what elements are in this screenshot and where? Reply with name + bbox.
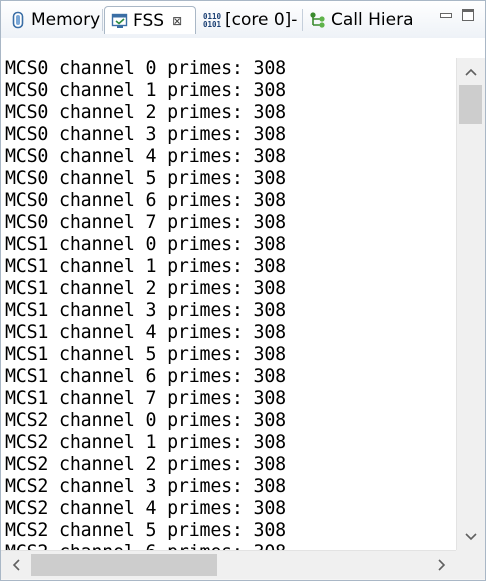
console-line: MCS1 channel 4 primes: 308 [5,322,286,343]
console-line: MCS2 channel 3 primes: 308 [5,476,286,497]
tab-core0[interactable]: 0110 0101 [core 0]- [197,6,301,34]
console-line: MCS0 channel 5 primes: 308 [5,168,286,189]
console-line: MCS1 channel 5 primes: 308 [5,344,286,365]
tab-call-hierarchy[interactable]: Call Hiera [303,6,415,34]
tab-call-hierarchy-label: Call Hiera [331,10,414,30]
console-line: MCS1 channel 3 primes: 308 [5,300,286,321]
vertical-scroll-thumb[interactable] [459,85,482,124]
console-line: MCS0 channel 6 primes: 308 [5,190,286,211]
console-line: MCS2 channel 1 primes: 308 [5,432,286,453]
console-line: MCS0 channel 2 primes: 308 [5,102,286,123]
console-line: MCS0 channel 0 primes: 308 [5,58,286,79]
console-line: MCS0 channel 3 primes: 308 [5,124,286,145]
minimize-icon[interactable] [438,7,454,23]
tab-fss[interactable]: FSS ⊠ [104,6,196,34]
console-line: MCS1 channel 7 primes: 308 [5,388,286,409]
console-line: MCS1 channel 6 primes: 308 [5,366,286,387]
console-line: MCS2 channel 5 primes: 308 [5,520,286,541]
svg-text:0101: 0101 [203,20,222,29]
tab-bar: Memory FSS ⊠ 0110 0101 [core 0]- Call Hie… [1,1,485,39]
scroll-right-button[interactable] [428,551,456,579]
console-line: MCS0 channel 1 primes: 308 [5,80,286,101]
chevron-down-icon [465,533,477,541]
console-line: MCS0 channel 4 primes: 308 [5,146,286,167]
console-line: MCS1 channel 0 primes: 308 [5,234,286,255]
tab-separator [102,9,103,31]
chevron-right-icon [438,559,446,571]
close-tab-icon[interactable]: ⊠ [172,14,182,28]
call-hierarchy-icon [308,10,328,30]
binary-icon: 0110 0101 [202,10,222,30]
scroll-up-button[interactable] [457,59,485,85]
console-line: MCS1 channel 1 primes: 308 [5,256,286,277]
fss-icon [110,11,130,31]
console-line: MCS1 channel 2 primes: 308 [5,278,286,299]
horizontal-scrollbar[interactable] [1,550,456,579]
vertical-scrollbar[interactable] [456,58,485,550]
console-line: MCS2 channel 6 primes: 308 [1,542,456,550]
console-line: MCS2 channel 4 primes: 308 [5,498,286,519]
console-line: MCS0 channel 7 primes: 308 [5,212,286,233]
horizontal-scroll-thumb[interactable] [31,554,217,576]
chevron-left-icon [12,559,20,571]
console-line: MCS2 channel 2 primes: 308 [5,454,286,475]
view-toolbar [1,38,485,58]
chevron-up-icon [465,68,477,76]
memory-icon [8,10,28,30]
console-output[interactable]: MCS0 channel 0 primes: 308 MCS0 channel 1… [1,58,456,550]
tab-memory[interactable]: Memory [3,6,101,34]
scrollbar-corner [456,550,485,579]
view-frame: Memory FSS ⊠ 0110 0101 [core 0]- Call Hie… [0,0,486,581]
tab-memory-label: Memory [31,10,101,30]
scroll-down-button[interactable] [457,524,485,550]
scroll-left-button[interactable] [2,551,30,579]
maximize-icon[interactable] [460,7,476,23]
console-line: MCS2 channel 0 primes: 308 [5,410,286,431]
tab-core0-label: [core 0]- [225,10,298,30]
tab-fss-label: FSS [133,10,165,31]
